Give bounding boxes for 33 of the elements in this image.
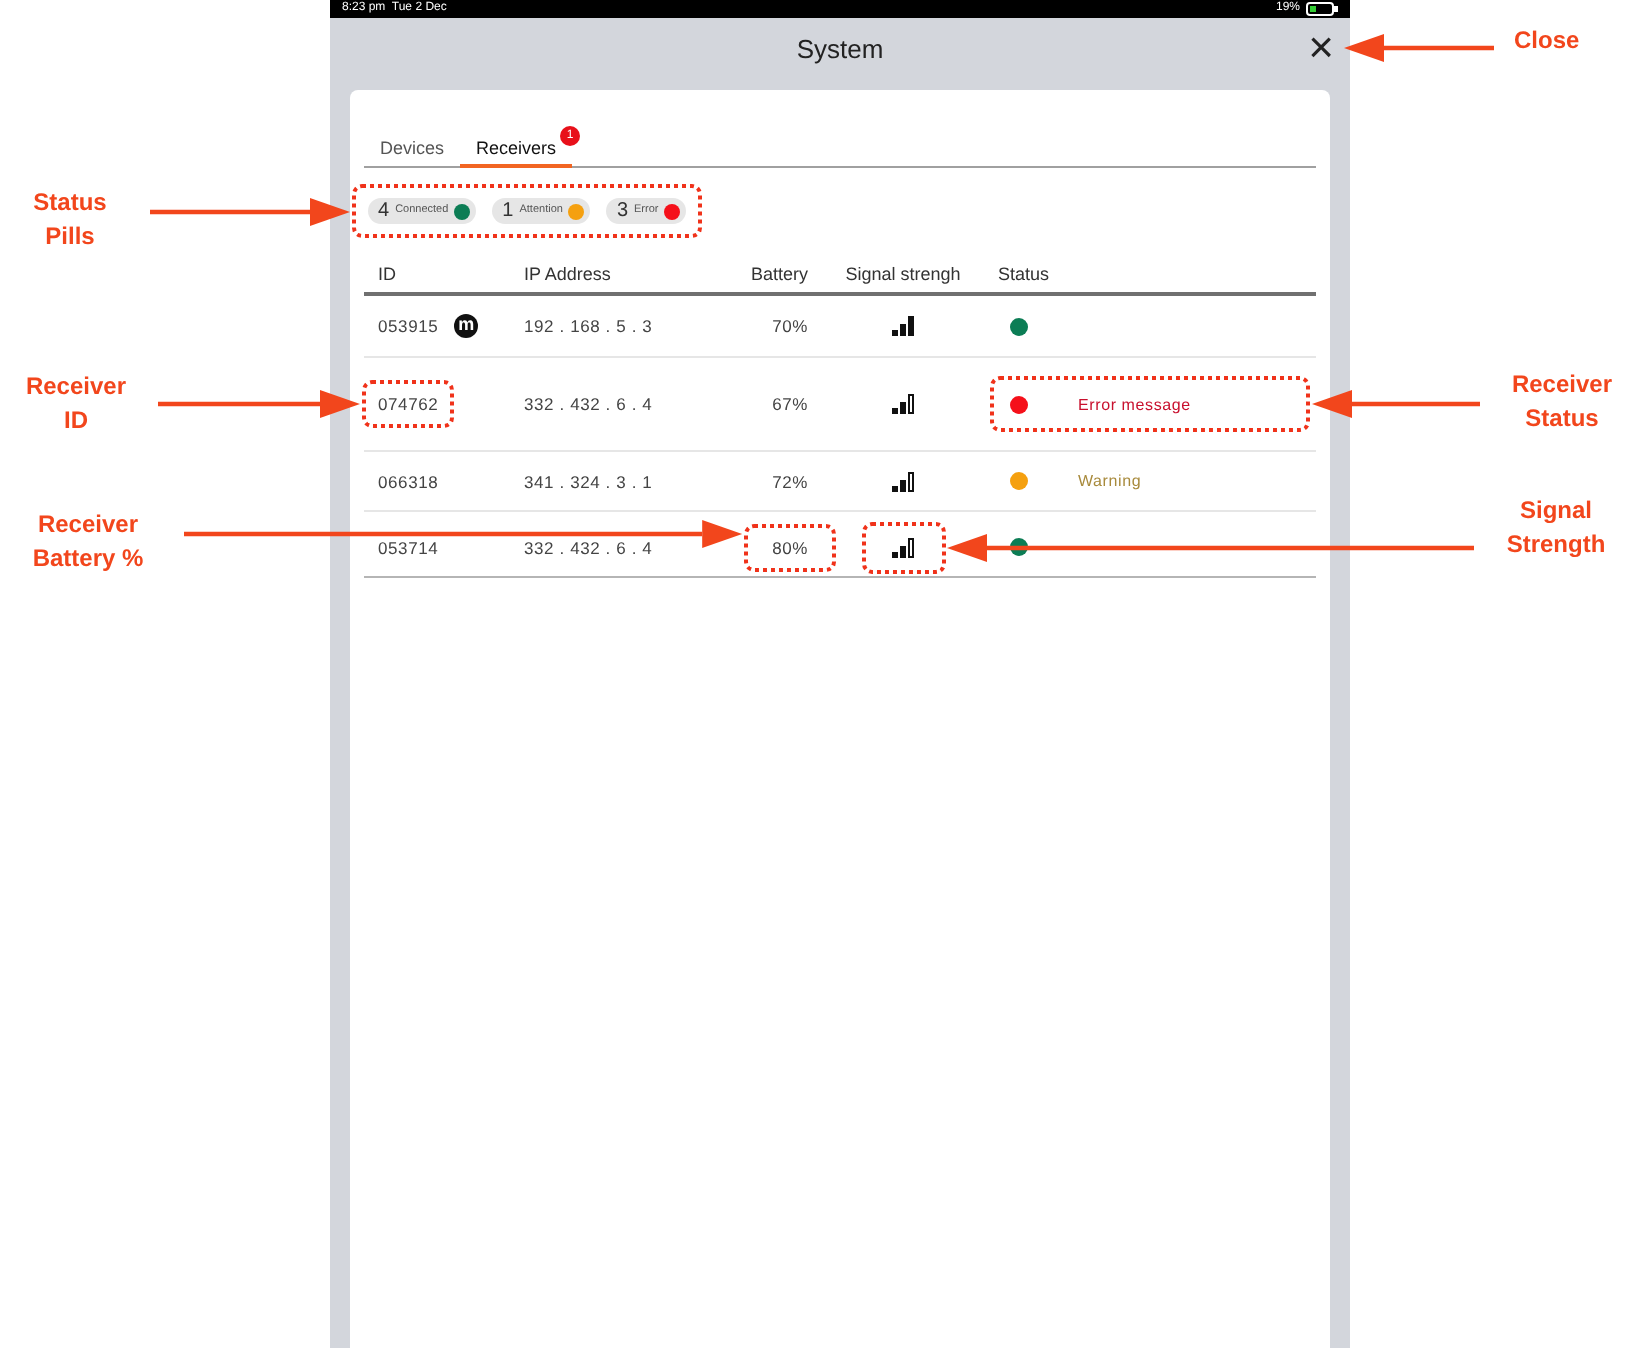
- battery-value: 70%: [772, 316, 808, 336]
- column-header: Battery: [710, 254, 822, 294]
- column-header: Status: [984, 254, 1316, 294]
- ip-address: 192 . 168 . 5 . 3: [524, 316, 653, 336]
- pill-count: 1: [502, 198, 514, 224]
- receiver-id: 053714: [378, 537, 439, 557]
- pill-count: 3: [616, 198, 629, 224]
- ip-address: 341 . 324 . 3 . 1: [524, 471, 653, 491]
- pill-count: 4: [378, 198, 390, 224]
- m-badge: m: [454, 314, 479, 338]
- column-header: ID: [364, 254, 510, 294]
- ip-address: 332 . 432 . 6 . 4: [524, 394, 653, 414]
- receiver-id: 066318: [378, 471, 439, 491]
- column-header: IP Address: [510, 254, 710, 294]
- battery-value: 67%: [772, 394, 808, 414]
- close-button[interactable]: ×: [1304, 28, 1338, 68]
- annotation-label: Status Pills: [31, 186, 109, 254]
- ip-address: 332 . 432 . 6 . 4: [524, 537, 653, 557]
- tab[interactable]: Devices: [364, 122, 461, 168]
- status-message: Error message: [1078, 395, 1191, 413]
- battery-icon: [1306, 2, 1338, 16]
- annotation-label: Receiver Battery %: [30, 508, 146, 576]
- receiver-id: 053915: [378, 316, 439, 336]
- window-title: System: [796, 33, 884, 63]
- status-message: Warning: [1078, 472, 1142, 490]
- column-header: Signal strengh: [822, 254, 984, 294]
- receiver-id: 074762: [378, 394, 439, 414]
- annotation-label: Receiver ID: [23, 370, 129, 438]
- annotation-label: Close: [1514, 24, 1580, 58]
- battery-value: 80%: [772, 537, 808, 557]
- annotation-label: Signal Strength: [1504, 494, 1608, 562]
- battery-value: 72%: [772, 471, 808, 491]
- annotation-label: Receiver Status: [1509, 368, 1615, 436]
